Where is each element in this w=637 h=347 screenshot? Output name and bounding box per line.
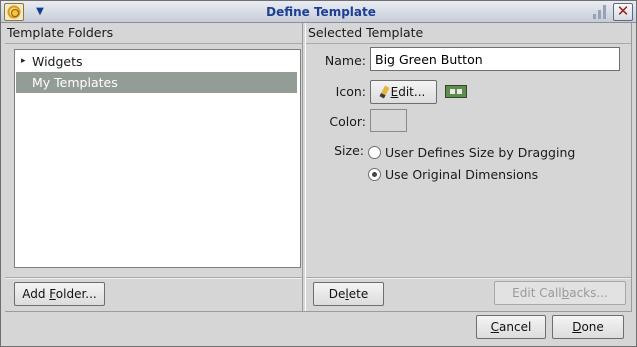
- delete-button[interactable]: Delete: [313, 282, 384, 306]
- radio-button[interactable]: [368, 168, 381, 181]
- button-label-post: dit...: [398, 85, 426, 99]
- dialog-button-bar: Cancel Done: [5, 311, 632, 344]
- pencil-icon: [379, 85, 390, 99]
- template-icon-preview: [445, 85, 467, 98]
- template-folders-panel: Template Folders ▸ Widgets My Templates …: [5, 23, 303, 311]
- color-swatch[interactable]: [370, 109, 407, 132]
- color-label: Color:: [329, 114, 366, 129]
- window-menu-icon[interactable]: ▼: [32, 4, 48, 20]
- folder-tree[interactable]: ▸ Widgets My Templates: [14, 49, 301, 268]
- radio-label: User Defines Size by Dragging: [385, 145, 576, 160]
- button-label-post: ancel: [499, 320, 532, 334]
- app-emblem-icon[interactable]: [4, 3, 24, 21]
- tree-item-widgets[interactable]: ▸ Widgets: [16, 51, 297, 72]
- tree-item-my-templates[interactable]: My Templates: [16, 72, 297, 93]
- tree-item-label: My Templates: [32, 75, 118, 90]
- size-label: Size:: [334, 143, 364, 158]
- icon-edit-button[interactable]: Edit...: [370, 80, 437, 104]
- tree-item-label: Widgets: [32, 54, 83, 69]
- button-accel: C: [490, 320, 500, 334]
- done-button[interactable]: Done: [552, 315, 624, 339]
- button-label-pre: De: [328, 287, 346, 301]
- name-label: Name:: [324, 53, 366, 68]
- header-divider: [306, 43, 631, 44]
- selected-template-header: Selected Template: [308, 25, 424, 40]
- window-title: Define Template: [266, 5, 376, 19]
- template-name-field[interactable]: [370, 47, 620, 71]
- button-label-post: older...: [55, 287, 97, 301]
- radio-label: Use Original Dimensions: [385, 167, 539, 182]
- button-label-post: one: [581, 320, 604, 334]
- radio-button[interactable]: [368, 146, 381, 159]
- button-label-post: ete: [348, 287, 369, 301]
- title-bar[interactable]: ▼ Define Template ✕: [1, 1, 636, 23]
- cancel-button[interactable]: Cancel: [476, 315, 546, 339]
- header-divider: [5, 43, 302, 44]
- button-label-pre: Edit Call: [512, 286, 562, 300]
- add-folder-button[interactable]: Add Folder...: [14, 282, 105, 306]
- edit-callbacks-button[interactable]: Edit Callbacks...: [494, 281, 626, 305]
- resize-grip-icon: [593, 5, 607, 19]
- footer-divider-highlight: [306, 278, 631, 279]
- template-folders-header: Template Folders: [7, 25, 114, 40]
- icon-label: Icon:: [335, 84, 366, 99]
- define-template-dialog: ▼ Define Template ✕ Template Folders ▸ W…: [0, 0, 637, 347]
- close-icon: ✕: [616, 2, 630, 20]
- expand-arrow-icon[interactable]: ▸: [21, 51, 31, 72]
- button-label-pre: Add: [22, 287, 50, 301]
- footer-divider-highlight: [5, 278, 302, 279]
- selected-template-panel: Selected Template Name: Icon: Edit... Co…: [305, 23, 632, 311]
- close-button[interactable]: ✕: [613, 3, 633, 21]
- button-label-post: acks...: [569, 286, 608, 300]
